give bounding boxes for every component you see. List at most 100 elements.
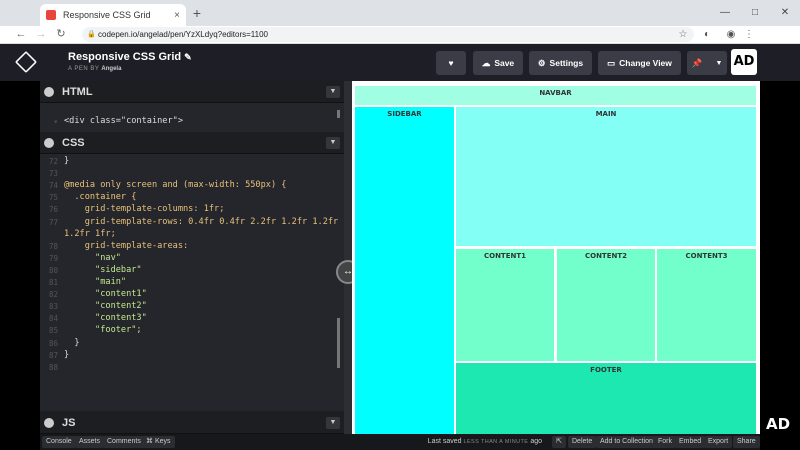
html-editor-header[interactable]: ⚙ HTML ▼ (40, 81, 344, 103)
change-view-label: Change View (619, 58, 672, 68)
export-button[interactable]: Export (704, 436, 733, 448)
watermark-logo: AD (766, 415, 791, 433)
css-line-number: 74 (48, 181, 58, 191)
css-line-number: 80 (48, 265, 58, 275)
grid-content3: CONTENT3 (657, 249, 756, 361)
url-text: codepen.io/angelad/pen/YzXLdyq?editors=1… (98, 30, 268, 39)
css-line-number: 78 (48, 241, 58, 251)
gear-icon: ⚙ (537, 57, 546, 68)
js-collapse-chevron-icon[interactable]: ▼ (326, 417, 340, 429)
close-window-button[interactable]: ✕ (770, 0, 800, 26)
delete-button[interactable]: Delete (568, 436, 597, 448)
css-line-number: 81 (48, 278, 58, 287)
css-line-number: 85 (48, 326, 58, 336)
reload-icon[interactable]: ↻ (54, 27, 68, 42)
css-code-line: } (64, 349, 70, 360)
editor-panel: ⚙ HTML ▼ ▾ <div class="container"> ⚙ CSS… (40, 81, 344, 434)
fork-button[interactable]: Fork (654, 436, 676, 448)
line-number: ▾ (53, 117, 58, 126)
last-saved-status: Last saved LESS THAN A MINUTE ago (428, 436, 542, 448)
share-button[interactable]: Share (733, 436, 760, 448)
css-line-number: 73 (48, 169, 58, 179)
css-line-number: 88 (48, 362, 58, 372)
comments-button[interactable]: Comments (103, 436, 145, 448)
css-code-line: 1.2fr 1fr; (64, 228, 116, 239)
css-scrollbar[interactable] (337, 318, 340, 368)
pen-title[interactable]: Responsive CSS Grid ✎ (68, 51, 192, 63)
html-scrollbar[interactable] (337, 110, 340, 118)
profile-icon[interactable]: ◉ (724, 27, 738, 42)
css-line-number: 77 (48, 217, 58, 227)
js-editor-label: JS (62, 416, 76, 429)
css-collapse-chevron-icon[interactable]: ▼ (326, 137, 340, 149)
new-tab-button[interactable]: + (189, 5, 205, 21)
css-code-line: "sidebar" (64, 264, 142, 275)
grid-footer: FOOTER (456, 363, 756, 434)
css-line-number: 72 (48, 157, 58, 166)
settings-button[interactable]: ⚙ Settings (529, 51, 592, 75)
css-editor-header[interactable]: ⚙ CSS ▼ (40, 132, 344, 154)
css-code-line: @media only screen and (max-width: 550px… (64, 180, 287, 191)
css-code-line: } (64, 337, 80, 348)
css-code-line: grid-template-columns: 1fr; (64, 204, 225, 215)
assets-button[interactable]: Assets (75, 436, 105, 448)
author-name[interactable]: Angela (101, 66, 121, 72)
css-line-number: 79 (48, 253, 58, 263)
forward-arrow-icon[interactable]: → (34, 27, 48, 42)
css-code-line: "footer"; (64, 325, 142, 336)
edit-pencil-icon[interactable]: ✎ (184, 52, 192, 62)
last-saved-suffix: ago (530, 438, 542, 445)
css-line-number: 87 (48, 350, 58, 360)
change-view-button[interactable]: ▭ Change View (598, 51, 681, 75)
pen-title-text: Responsive CSS Grid (68, 51, 182, 63)
love-button[interactable]: ♥ (436, 51, 466, 75)
last-saved-time: LESS THAN A MINUTE (463, 439, 529, 445)
pen-byline: A PEN BY Angela (68, 66, 121, 72)
css-line-number: 86 (48, 338, 58, 348)
css-settings-gear-icon[interactable]: ⚙ (44, 137, 54, 148)
add-to-collection-button[interactable]: Add to Collection (596, 436, 657, 448)
browser-tab[interactable]: Responsive CSS Grid × (40, 4, 186, 26)
js-editor-header[interactable]: ⚙ JS ▼ (40, 412, 344, 434)
user-avatar[interactable]: AD (731, 49, 757, 75)
codepen-logo-icon[interactable] (14, 50, 38, 74)
html-editor-body[interactable]: ▾ <div class="container"> (40, 103, 344, 132)
url-input[interactable]: 🔒 codepen.io/angelad/pen/YzXLdyq?editors… (82, 27, 694, 42)
pin-button[interactable]: 📌 ▼ (687, 51, 727, 75)
html-settings-gear-icon[interactable]: ⚙ (44, 86, 54, 97)
open-external-icon[interactable]: ⇱ (552, 436, 566, 448)
grid-main: MAIN (456, 107, 756, 246)
bookmark-star-icon[interactable]: ☆ (676, 27, 690, 42)
keys-button[interactable]: ⌘ Keys (142, 436, 175, 448)
css-code-line: "content3" (64, 313, 147, 324)
js-settings-gear-icon[interactable]: ⚙ (44, 417, 54, 428)
settings-label: Settings (549, 58, 584, 68)
browser-menu-icon[interactable]: ⋮ (742, 27, 756, 42)
css-line-number: 83 (48, 302, 58, 312)
css-code-line: "main" (64, 277, 127, 287)
css-code-line: "nav" (64, 252, 121, 263)
css-code-line: "content2" (64, 301, 147, 312)
cloud-icon: ☁ (481, 57, 491, 68)
pane-divider[interactable] (344, 81, 352, 434)
tab-close-icon[interactable]: × (174, 10, 180, 21)
html-collapse-chevron-icon[interactable]: ▼ (326, 86, 340, 98)
chevron-down-icon: ▼ (715, 59, 723, 67)
codepen-header: Responsive CSS Grid ✎ A PEN BY Angela ♥ … (0, 44, 800, 81)
grid-navbar: NAVBAR (355, 86, 756, 105)
save-button[interactable]: ☁ Save (473, 51, 523, 75)
codepen-favicon-icon (46, 10, 56, 20)
css-editor-body[interactable]: 72} 73 74 @media only screen and (max-width… (40, 154, 344, 411)
maximize-button[interactable]: □ (740, 0, 770, 26)
css-code-line: .container { (64, 192, 137, 203)
layout-icon: ▭ (607, 57, 616, 68)
address-bar-row: ← → ↻ 🔒 codepen.io/angelad/pen/YzXLdyq?e… (0, 26, 800, 44)
lock-icon: 🔒 (87, 31, 96, 38)
extension-icon[interactable]: ◐ (700, 27, 714, 42)
back-arrow-icon[interactable]: ← (14, 27, 28, 42)
minimize-button[interactable]: — (710, 0, 740, 26)
byline-prefix: A PEN BY (68, 66, 100, 72)
last-saved-label: Last saved (427, 438, 462, 445)
embed-button[interactable]: Embed (675, 436, 706, 448)
console-button[interactable]: Console (42, 436, 76, 448)
